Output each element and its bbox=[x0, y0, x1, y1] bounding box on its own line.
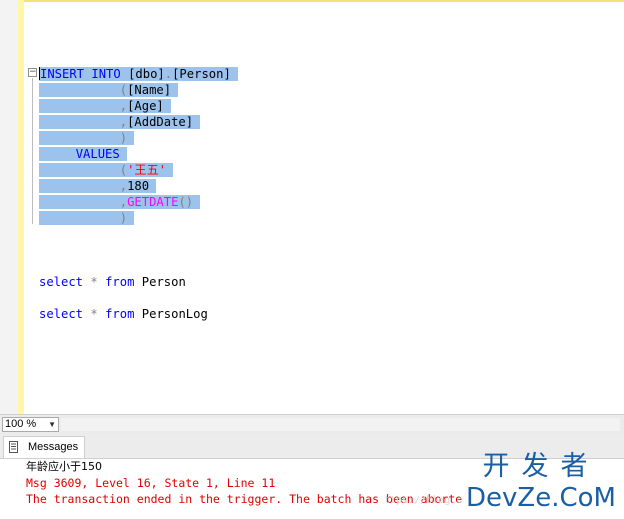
comma: , bbox=[119, 195, 128, 209]
collapse-toggle-icon[interactable]: − bbox=[28, 68, 37, 77]
keyword-select: select bbox=[39, 307, 84, 321]
comma: , bbox=[119, 179, 128, 193]
site-watermark-logo: 开发者 DevZe.CoM bbox=[466, 452, 616, 514]
dot-separator: . bbox=[164, 67, 173, 81]
faint-url-watermark: ttps://blog.c bbox=[384, 495, 463, 506]
keyword-select: select bbox=[39, 275, 84, 289]
function-getdate: GETDATE bbox=[127, 195, 179, 209]
column-name: [Name] bbox=[127, 83, 172, 97]
star-operator: * bbox=[90, 275, 98, 289]
close-paren: ) bbox=[119, 131, 128, 145]
column-age: [Age] bbox=[127, 99, 164, 113]
table-name: PersonLog bbox=[141, 307, 208, 321]
watermark-chinese-text: 开发者 bbox=[482, 451, 600, 482]
error-message-line: Msg 3609, Level 16, State 1, Line 11 bbox=[26, 476, 276, 490]
horizontal-scrollbar[interactable] bbox=[61, 418, 620, 431]
watermark-domain-text: DevZe.CoM bbox=[466, 483, 616, 513]
messages-icon bbox=[9, 441, 18, 453]
keyword-insert-into: INSERT INTO bbox=[40, 67, 121, 81]
keyword-values: VALUES bbox=[75, 147, 120, 161]
star-operator: * bbox=[90, 307, 98, 321]
message-line: 年龄应小于150 bbox=[26, 460, 102, 473]
table-name: Person bbox=[141, 275, 186, 289]
zoom-dropdown[interactable]: 100 % ▼ bbox=[2, 417, 59, 432]
close-paren: ) bbox=[119, 211, 128, 225]
string-literal: '王五' bbox=[127, 163, 167, 177]
code-line-value-age[interactable]: ,180 bbox=[39, 178, 157, 194]
schema-name: [dbo] bbox=[128, 67, 165, 81]
code-line-select-personlog[interactable]: select * from PersonLog bbox=[39, 306, 208, 322]
code-line-insert[interactable]: INSERT INTO [dbo].[Person] bbox=[39, 66, 239, 82]
code-line-adddate-column[interactable]: ,[AddDate] bbox=[39, 114, 201, 130]
open-paren: ( bbox=[119, 83, 128, 97]
collapse-guide-line bbox=[32, 78, 33, 224]
code-line-value-getdate[interactable]: ,GETDATE() bbox=[39, 194, 201, 210]
code-line-values[interactable]: VALUES bbox=[39, 146, 128, 162]
tab-messages-label: Messages bbox=[28, 441, 79, 453]
code-line-age-column[interactable]: ,[Age] bbox=[39, 98, 172, 114]
editor-gutter bbox=[0, 0, 18, 414]
code-line-name-column[interactable]: ([Name] bbox=[39, 82, 179, 98]
code-line-close-paren-values[interactable]: ) bbox=[39, 210, 135, 226]
zoom-bar: 100 % ▼ bbox=[0, 414, 624, 434]
code-line-select-person[interactable]: select * from Person bbox=[39, 274, 186, 290]
comma: , bbox=[119, 115, 128, 129]
table-name: [Person] bbox=[172, 67, 231, 81]
column-adddate: [AddDate] bbox=[127, 115, 194, 129]
comma: , bbox=[119, 99, 128, 113]
code-line-close-paren[interactable]: ) bbox=[39, 130, 135, 146]
number-literal: 180 bbox=[127, 179, 150, 193]
keyword-from: from bbox=[105, 275, 135, 289]
keyword-from: from bbox=[105, 307, 135, 321]
function-parens: () bbox=[178, 195, 194, 209]
tab-messages[interactable]: Messages bbox=[3, 436, 85, 458]
zoom-value: 100 % bbox=[5, 418, 37, 430]
open-paren: ( bbox=[119, 163, 128, 177]
chevron-down-icon[interactable]: ▼ bbox=[48, 418, 56, 431]
code-line-value-name[interactable]: ('王五' bbox=[39, 162, 174, 178]
